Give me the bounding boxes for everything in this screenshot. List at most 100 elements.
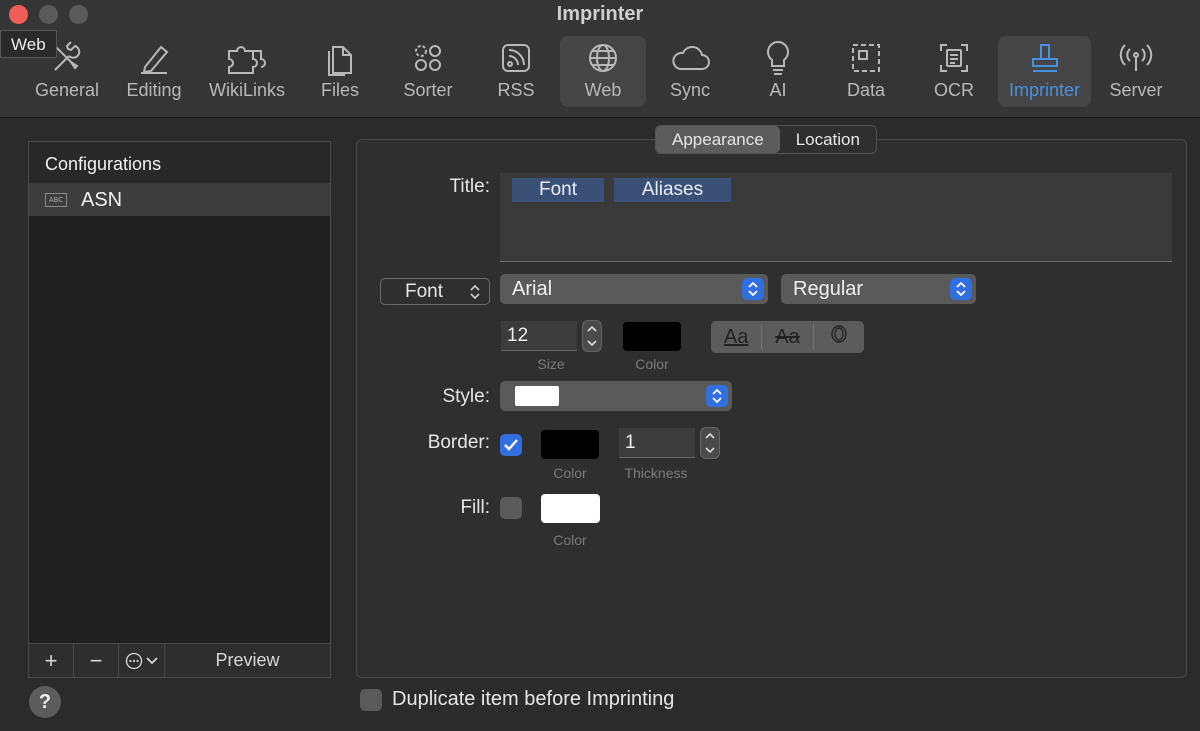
style-label: Style: [442,386,490,407]
chevron-up-icon [705,432,715,439]
style-swatch [515,386,559,406]
font-family-value: Arial [512,277,553,300]
chevron-down-icon [705,447,715,454]
tab-data[interactable]: Data [826,36,906,107]
tab-label: Imprinter [1008,80,1080,100]
title-label: Title: [449,176,490,197]
segment-appearance[interactable]: Appearance [656,126,780,153]
border-checkbox[interactable] [500,434,522,456]
more-options-button[interactable] [119,644,165,677]
up-down-chevron-icon [950,278,972,300]
window-title: Imprinter [556,3,644,25]
tab-label: AI [769,80,787,100]
add-configuration-button[interactable]: + [29,644,74,677]
font-family-select[interactable]: Arial [500,274,768,304]
configurations-header: Configurations [29,142,330,184]
tab-sorter[interactable]: Sorter [388,36,468,107]
tab-imprinter[interactable]: Imprinter [998,36,1091,107]
tab-server[interactable]: Server [1096,36,1176,107]
chevron-down-icon [587,340,597,347]
tab-label: OCR [934,80,974,100]
underline-button[interactable]: Aa [711,326,761,349]
preview-button[interactable]: Preview [165,644,330,677]
font-size-stepper[interactable] [582,320,602,352]
tooltip: Web [0,30,57,58]
border-color-caption: Color [553,465,587,481]
strikethrough-button[interactable]: Aa [761,325,812,349]
border-label: Border: [427,432,490,453]
tab-editing[interactable]: Editing [114,36,194,107]
tab-sync[interactable]: Sync [650,36,730,107]
checkmark-icon [504,439,518,451]
configurations-panel: Configurations ABC ASN + − Preview [28,141,331,678]
rss-icon [499,36,533,80]
lightbulb-icon [763,36,793,80]
chevron-down-icon [146,656,158,664]
configurations-footer: + − Preview [29,643,330,677]
style-select[interactable] [500,381,732,411]
tab-label: Server [1109,80,1163,100]
text-style-buttons: Aa Aa [711,321,864,353]
fill-checkbox[interactable] [500,497,522,519]
font-style-select[interactable]: Regular [781,274,976,304]
duplicate-option: Duplicate item before Imprinting [360,688,674,711]
segment-location[interactable]: Location [780,126,876,153]
title-token-aliases[interactable]: Aliases [614,178,731,202]
data-icon [849,36,883,80]
fill-color-well[interactable] [541,494,600,523]
puzzle-icon [225,36,269,80]
tab-wikilinks[interactable]: WikiLinks [202,36,292,107]
tab-ocr[interactable]: OCR [914,36,994,107]
color-caption: Color [635,356,669,372]
sorter-icon [411,36,445,80]
duplicate-label: Duplicate item before Imprinting [392,688,675,710]
antenna-icon [1118,36,1154,80]
font-style-value: Regular [793,277,864,300]
help-button[interactable]: ? [29,686,61,718]
size-caption: Size [537,356,565,372]
thickness-field[interactable]: 1 [619,428,695,458]
font-button-label: Font [405,280,444,302]
globe-icon [586,36,620,80]
ellipsis-circle-icon [125,652,143,669]
title-token-font[interactable]: Font [512,178,604,202]
font-size-field[interactable]: 12 [501,321,577,351]
up-down-chevron-icon [470,284,480,300]
configuration-row[interactable]: ABC ASN [29,184,330,216]
tab-rss[interactable]: RSS [476,36,556,107]
up-down-chevron-icon [742,278,764,300]
fill-color-caption: Color [553,532,587,548]
tab-label: RSS [497,80,535,100]
duplicate-checkbox[interactable] [360,688,382,711]
border-color-well[interactable] [541,430,599,459]
tab-label: Web [584,80,622,100]
tab-ai[interactable]: AI [738,36,818,107]
up-down-chevron-icon [706,385,728,407]
tab-label: General [34,80,100,100]
outline-button[interactable] [812,324,864,350]
font-popup-button[interactable]: Font [380,278,490,305]
remove-configuration-button[interactable]: − [74,644,119,677]
ocr-icon [937,36,971,80]
tab-label: Files [320,80,359,100]
thickness-caption: Thickness [624,465,688,481]
pencil-icon [137,36,171,80]
files-icon [323,36,357,80]
fill-label: Fill: [460,497,490,518]
tab-label: Data [846,80,886,100]
window-toolbar: Imprinter General Editing WikiLinks File… [0,0,1200,118]
abc-field-icon: ABC [45,193,67,207]
cloud-icon [670,36,710,80]
tab-web[interactable]: Web [560,36,646,107]
tab-files[interactable]: Files [300,36,380,107]
thickness-stepper[interactable] [700,427,720,459]
tab-label: Sync [669,80,711,100]
tab-label: WikiLinks [208,80,285,100]
configuration-name: ASN [81,188,123,211]
tab-label: Sorter [403,80,453,100]
stamp-icon [1028,36,1062,80]
font-color-well[interactable] [623,322,681,351]
appearance-location-segmented-control: Appearance Location [655,125,877,154]
tab-label: Editing [126,80,182,100]
outline-text-icon [831,325,847,343]
